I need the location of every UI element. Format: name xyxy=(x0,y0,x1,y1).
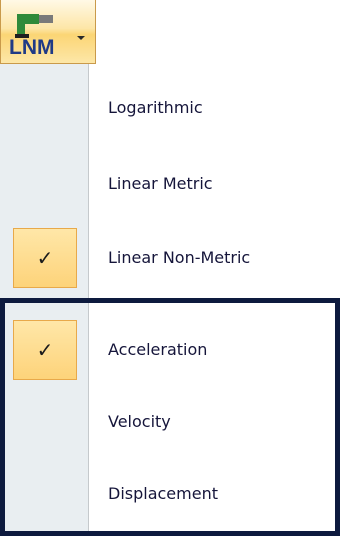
menu-item-linear-metric[interactable]: Linear Metric xyxy=(0,154,340,214)
checkmark-highlight: ✓ xyxy=(13,228,77,288)
menu-item-label: Linear Non-Metric xyxy=(108,248,251,267)
menu-item-linear-non-metric[interactable]: ✓ Linear Non-Metric xyxy=(0,228,340,288)
menu-item-label: Linear Metric xyxy=(108,174,213,193)
checkmark-icon: ✓ xyxy=(36,338,54,362)
checkmark-icon: ✓ xyxy=(36,246,54,270)
menu-item-label: Velocity xyxy=(108,412,171,431)
menu-item-acceleration[interactable]: ✓ Acceleration xyxy=(0,320,340,380)
menu-item-displacement[interactable]: Displacement xyxy=(0,464,340,524)
menu-item-label: Logarithmic xyxy=(108,98,203,117)
chevron-down-icon[interactable] xyxy=(75,28,87,40)
menu-item-velocity[interactable]: Velocity xyxy=(0,392,340,452)
ribbon-button-label: LNM xyxy=(9,36,55,59)
menu-item-label: Displacement xyxy=(108,484,218,503)
menu-item-label: Acceleration xyxy=(108,340,208,359)
checkmark-highlight: ✓ xyxy=(13,320,77,380)
units-dropdown-menu: Logarithmic Linear Metric ✓ Linear Non-M… xyxy=(0,64,340,536)
menu-item-logarithmic[interactable]: Logarithmic xyxy=(0,78,340,138)
lnm-ribbon-button[interactable]: LNM xyxy=(0,0,96,64)
